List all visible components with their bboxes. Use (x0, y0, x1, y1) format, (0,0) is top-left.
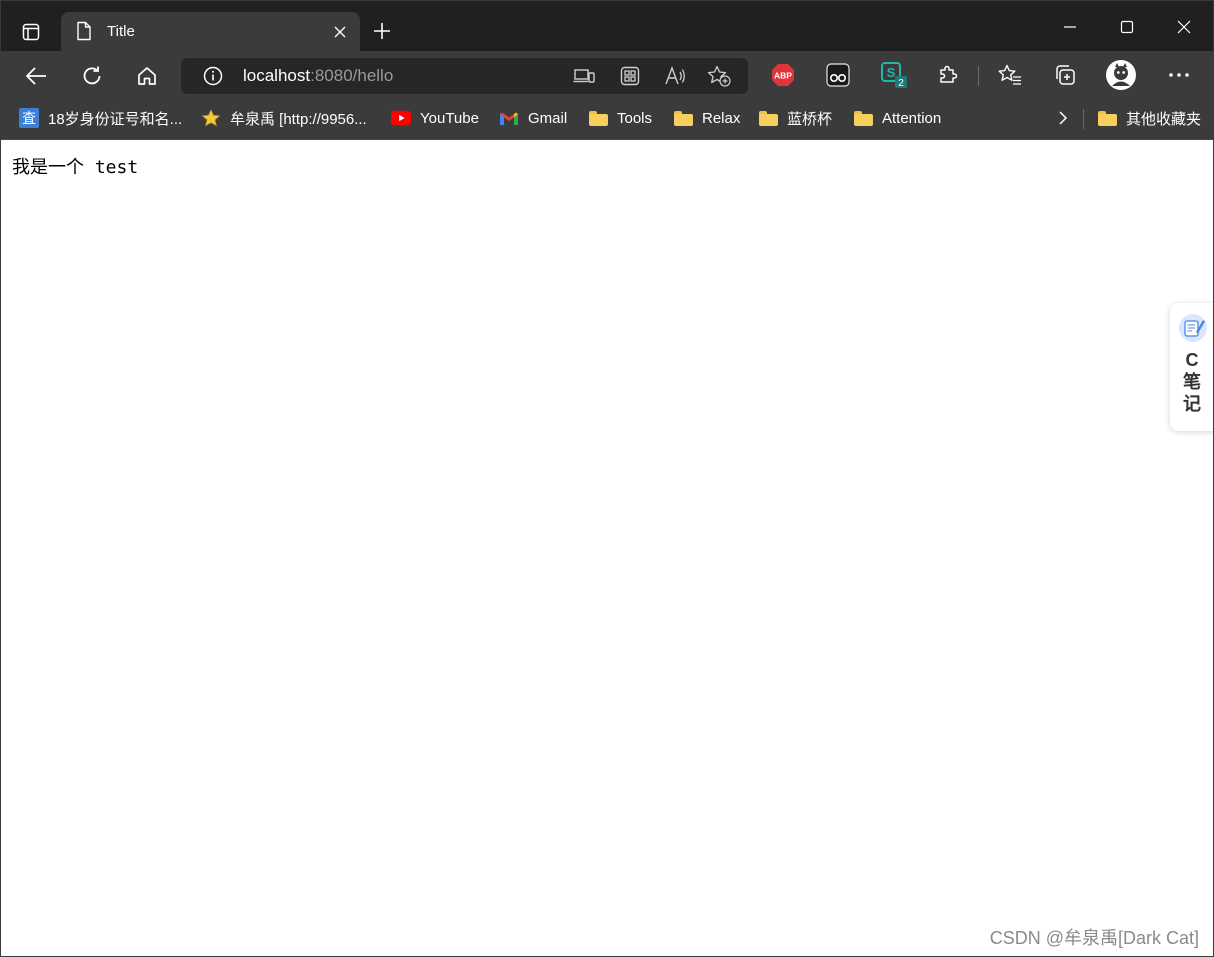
home-button[interactable] (129, 59, 165, 93)
tab-close-button[interactable] (330, 22, 350, 42)
minimize-icon (1064, 26, 1076, 28)
bookmark-item[interactable]: YouTube (391, 101, 479, 135)
star-icon (201, 108, 221, 128)
svg-text:査: 査 (22, 111, 36, 127)
bookmark-item[interactable]: Gmail (499, 101, 567, 135)
bookmark-label: Relax (702, 109, 741, 127)
bookmark-label: YouTube (420, 109, 479, 127)
read-aloud-icon (665, 66, 685, 85)
bookmarks-bar: 査 18岁身份证号和名... 牟泉禹 [http://9956... YouTu… (1, 101, 1213, 140)
bookmark-label: Tools (617, 109, 653, 127)
folder-icon (758, 108, 778, 128)
avatar-icon (1106, 60, 1136, 90)
back-button[interactable] (18, 59, 54, 93)
tampermonkey-extension[interactable] (823, 60, 853, 90)
active-tab[interactable]: Title (61, 12, 360, 51)
cha-icon: 査 (19, 108, 39, 128)
bookmarks-overflow-button[interactable] (1053, 101, 1073, 135)
puzzle-icon (940, 65, 958, 83)
bookmark-folder[interactable]: Attention (853, 101, 941, 135)
tab-title: Title (107, 23, 135, 40)
bookmark-folder[interactable]: Tools (588, 101, 652, 135)
other-favorites-folder[interactable]: 其他收藏夹 (1097, 101, 1201, 135)
bookmark-item[interactable]: 牟泉禹 [http://9956... (201, 101, 367, 135)
bookmark-label: 蓝桥杯 (787, 110, 833, 128)
window-close-button[interactable] (1159, 9, 1209, 45)
url-path: :8080/hello (310, 66, 394, 85)
star-add-icon (707, 65, 731, 87)
bookmark-folder[interactable]: 蓝桥杯 (758, 101, 832, 135)
settings-more-button[interactable] (1164, 60, 1194, 90)
svg-text:2: 2 (898, 78, 904, 89)
csdn-watermark: CSDN @牟泉禹[Dark Cat] (989, 928, 1199, 948)
plus-icon (374, 23, 390, 39)
bookmark-item[interactable]: 査 18岁身份证号和名... (19, 101, 182, 135)
collections-button[interactable] (1050, 60, 1080, 90)
other-favorites-label: 其他收藏夹 (1126, 110, 1202, 128)
info-icon[interactable] (203, 66, 223, 86)
add-favorite-button[interactable] (706, 64, 732, 88)
app-install-icon (573, 69, 595, 83)
favorites-button[interactable] (995, 60, 1025, 90)
url-text: localhost:8080/hello (243, 66, 393, 86)
close-icon (334, 26, 346, 38)
adblock-plus-extension[interactable]: ABP (768, 60, 798, 90)
tampermonkey-icon (826, 63, 850, 87)
folder-icon (673, 108, 693, 128)
s-extension[interactable]: S2 (879, 60, 909, 90)
navigation-toolbar: localhost:8080/hello ABP S2 (1, 51, 1213, 101)
back-arrow-icon (26, 67, 46, 85)
maximize-button[interactable] (1102, 9, 1152, 45)
c-note-label: C 笔 记 (1183, 350, 1201, 414)
bookmarks-separator (1083, 109, 1084, 129)
youtube-icon (391, 108, 411, 128)
refresh-icon (83, 66, 101, 85)
address-bar[interactable]: localhost:8080/hello (181, 58, 748, 94)
bookmark-folder[interactable]: Relax (673, 101, 740, 135)
svg-text:ABP: ABP (774, 71, 792, 81)
favorites-icon (998, 64, 1021, 85)
qr-apps-icon (620, 66, 640, 86)
c-note-widget[interactable]: C 笔 记 (1170, 303, 1213, 431)
page-content: 我是一个 test C 笔 记 CSDN @牟泉禹[Dark Cat] (1, 140, 1213, 956)
svg-text:S: S (887, 65, 896, 80)
extensions-button[interactable] (933, 60, 963, 90)
folder-icon (853, 108, 873, 128)
bookmark-label: 牟泉禹 [http://9956... (230, 110, 367, 128)
bookmark-label: 18岁身份证号和名... (48, 110, 183, 128)
url-host: localhost (243, 66, 311, 85)
s-badge-icon: S2 (881, 62, 907, 89)
read-aloud-button[interactable] (662, 64, 688, 88)
bookmark-label: Gmail (528, 109, 568, 127)
folder-icon (588, 108, 608, 128)
qr-code-button[interactable] (617, 64, 643, 88)
close-icon (1177, 20, 1191, 34)
profile-button[interactable] (1105, 59, 1137, 91)
tab-actions-icon (22, 23, 40, 41)
app-available-button[interactable] (571, 64, 597, 88)
page-body-text: 我是一个 test (12, 157, 139, 178)
abp-icon: ABP (772, 64, 794, 86)
bookmark-label: Attention (882, 109, 942, 127)
note-pen-icon (1179, 314, 1207, 342)
new-tab-button[interactable] (369, 18, 395, 44)
browser-window: Title localhost:8080/hello ABP S 2 査 18岁… (0, 0, 1214, 957)
folder-icon (1097, 108, 1117, 128)
gmail-icon (499, 108, 519, 128)
toolbar-separator (978, 66, 979, 86)
page-icon (77, 21, 91, 41)
collections-icon (1056, 65, 1075, 85)
chevron-right-icon (1059, 111, 1068, 125)
title-bar: Title (1, 1, 1213, 51)
refresh-button[interactable] (74, 59, 110, 93)
tab-actions-button[interactable] (11, 15, 51, 49)
maximize-icon (1120, 20, 1134, 34)
home-icon (138, 67, 156, 85)
more-dots-icon (1169, 73, 1189, 77)
minimize-button[interactable] (1045, 9, 1095, 45)
